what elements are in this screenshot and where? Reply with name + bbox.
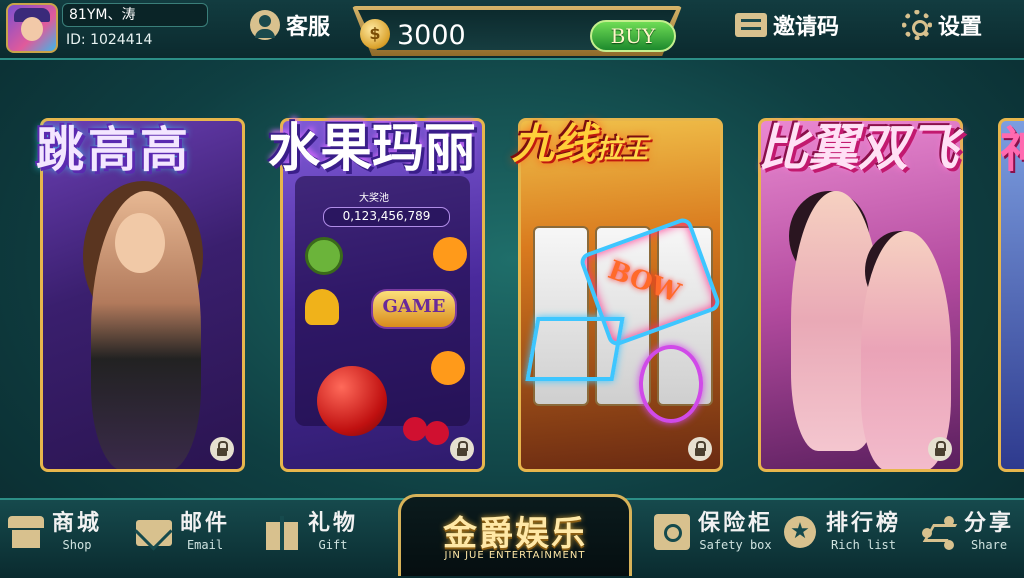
bell-icon [305,289,339,325]
invite-code-label: 邀请码 [773,15,840,40]
nav-safety-box-en: Safety box [699,538,772,552]
kiwi-icon [305,237,343,275]
brand-logo: 金爵娱乐 [443,514,587,554]
settings-button[interactable]: 设置 [902,9,982,41]
nav-shop-cn: 商城 [52,511,103,536]
lock-icon [688,437,712,461]
apple-icon [317,366,387,436]
safe-icon [652,512,692,552]
nav-shop[interactable]: 商城 Shop [6,512,102,552]
jackpot-value: 0,123,456,789 [323,207,450,227]
user-service-icon [250,10,280,40]
nav-email[interactable]: 邮件 Email [134,512,230,552]
avatar-face [21,17,43,41]
gift-icon [262,512,302,552]
character-figure-2 [861,231,951,469]
nav-email-cn: 邮件 [180,511,231,536]
nav-safety-box[interactable]: 保险柜 Safety box [652,512,773,552]
coin-icon: $ [360,19,390,49]
game-title-sub: 拉王 [596,135,649,165]
neon-diamond-icon [525,317,625,381]
lock-icon [210,437,234,461]
settings-label: 设置 [938,15,983,40]
orange-icon-2 [431,351,465,385]
player-name: 81YM、涛 [62,3,208,27]
nav-gift-en: Gift [318,538,348,552]
game-badge: GAME [371,289,457,329]
rank-icon [780,512,820,552]
cherry-icon-2 [425,421,449,445]
neon-grapes-icon [639,345,703,423]
nav-rich-list-cn: 排行榜 [826,511,902,536]
customer-service-label: 客服 [286,15,331,40]
nav-share-cn: 分享 [964,511,1015,536]
orange-icon [433,237,467,271]
lock-icon [450,437,474,461]
nav-share-en: Share [970,538,1008,552]
share-icon [918,512,958,552]
game-card-nine-lines[interactable]: BOW [518,118,723,472]
character-face [115,213,165,273]
gear-icon [902,10,932,40]
game-title-biyi: 比翼双飞 [758,118,958,177]
nav-safety-box-cn: 保险柜 [698,511,774,536]
invite-code-button[interactable]: 邀请码 [735,9,839,41]
nav-gift-cn: 礼物 [308,511,359,536]
brand-logo-subtitle: JIN JUE ENTERTAINMENT [444,550,586,561]
game-title-main: 九线 [512,119,597,168]
coin-balance: 3000 [397,20,466,51]
game-title-tiaogaogao: 跳高高 [36,122,193,178]
nav-email-en: Email [186,538,224,552]
lock-icon [928,437,952,461]
buy-button[interactable]: BUY [590,20,676,52]
mail-icon [134,512,174,552]
avatar[interactable] [6,3,58,53]
nav-rich-list-en: Rich list [830,538,897,552]
nav-shop-en: Shop [62,538,92,552]
nav-share[interactable]: 分享 Share [918,512,1014,552]
game-title-partial: 神 [1000,110,1024,180]
shop-icon [6,512,46,552]
customer-service-button[interactable]: 客服 [250,9,330,41]
game-title-nine-lines: 九线拉王 [512,110,648,171]
invite-code-icon [735,13,767,37]
player-id: ID: 1024414 [66,32,153,48]
game-title-fruit-mary: 水果玛丽 [268,118,477,179]
nav-rich-list[interactable]: 排行榜 Rich list [780,512,901,552]
cherry-icon [403,417,427,441]
nav-gift[interactable]: 礼物 Gift [262,512,358,552]
jackpot-label: 大奖池 [359,193,389,204]
